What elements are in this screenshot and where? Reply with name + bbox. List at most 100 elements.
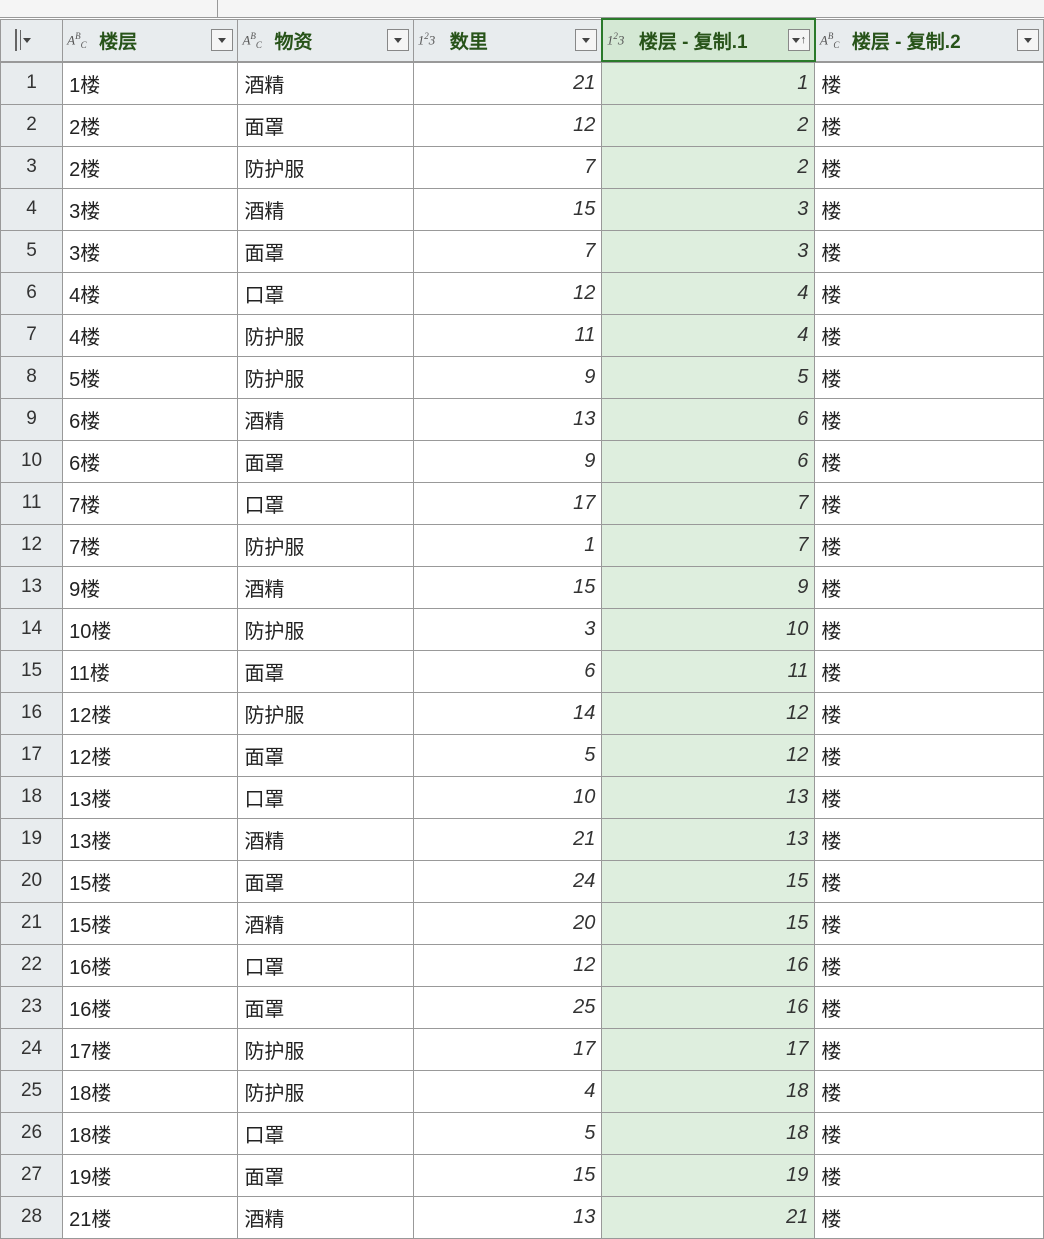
cell-楼层复制1[interactable]: 16 — [602, 944, 815, 986]
cell-物资[interactable]: 酒精 — [238, 818, 413, 860]
cell-数里[interactable]: 5 — [413, 1112, 602, 1154]
row-number[interactable]: 21 — [1, 902, 63, 944]
cell-楼层复制2[interactable]: 楼 — [815, 524, 1044, 566]
cell-数里[interactable]: 17 — [413, 482, 602, 524]
cell-物资[interactable]: 防护服 — [238, 1028, 413, 1070]
filter-dropdown-button[interactable] — [211, 29, 233, 51]
row-number[interactable]: 10 — [1, 440, 63, 482]
cell-楼层[interactable]: 6楼 — [63, 440, 238, 482]
cell-楼层复制1[interactable]: 13 — [602, 818, 815, 860]
cell-楼层[interactable]: 7楼 — [63, 482, 238, 524]
cell-数里[interactable]: 1 — [413, 524, 602, 566]
cell-数里[interactable]: 12 — [413, 944, 602, 986]
cell-楼层复制2[interactable]: 楼 — [815, 1070, 1044, 1112]
cell-数里[interactable]: 4 — [413, 1070, 602, 1112]
cell-楼层复制1[interactable]: 19 — [602, 1154, 815, 1196]
cell-楼层[interactable]: 21楼 — [63, 1196, 238, 1238]
cell-楼层复制2[interactable]: 楼 — [815, 62, 1044, 104]
cell-物资[interactable]: 面罩 — [238, 986, 413, 1028]
cell-楼层[interactable]: 3楼 — [63, 188, 238, 230]
cell-楼层[interactable]: 9楼 — [63, 566, 238, 608]
row-number[interactable]: 3 — [1, 146, 63, 188]
cell-楼层[interactable]: 4楼 — [63, 272, 238, 314]
cell-楼层[interactable]: 12楼 — [63, 734, 238, 776]
table-corner-menu[interactable] — [1, 19, 63, 61]
cell-物资[interactable]: 酒精 — [238, 188, 413, 230]
cell-楼层复制1[interactable]: 10 — [602, 608, 815, 650]
cell-楼层复制2[interactable]: 楼 — [815, 398, 1044, 440]
cell-楼层复制1[interactable]: 16 — [602, 986, 815, 1028]
column-header-数里[interactable]: 123 数里 — [413, 19, 602, 61]
row-number[interactable]: 1 — [1, 62, 63, 104]
cell-物资[interactable]: 面罩 — [238, 1154, 413, 1196]
cell-楼层[interactable]: 4楼 — [63, 314, 238, 356]
cell-楼层复制1[interactable]: 6 — [602, 440, 815, 482]
row-number[interactable]: 15 — [1, 650, 63, 692]
cell-数里[interactable]: 24 — [413, 860, 602, 902]
cell-数里[interactable]: 12 — [413, 104, 602, 146]
cell-物资[interactable]: 面罩 — [238, 440, 413, 482]
cell-楼层复制2[interactable]: 楼 — [815, 272, 1044, 314]
cell-物资[interactable]: 口罩 — [238, 944, 413, 986]
column-header-楼层复制2[interactable]: ABC 楼层 - 复制.2 — [815, 19, 1044, 61]
cell-数里[interactable]: 15 — [413, 566, 602, 608]
cell-数里[interactable]: 13 — [413, 398, 602, 440]
cell-数里[interactable]: 5 — [413, 734, 602, 776]
cell-楼层复制1[interactable]: 21 — [602, 1196, 815, 1238]
cell-楼层复制2[interactable]: 楼 — [815, 482, 1044, 524]
cell-数里[interactable]: 7 — [413, 146, 602, 188]
cell-物资[interactable]: 面罩 — [238, 860, 413, 902]
row-number[interactable]: 2 — [1, 104, 63, 146]
row-number[interactable]: 16 — [1, 692, 63, 734]
cell-楼层复制1[interactable]: 11 — [602, 650, 815, 692]
cell-数里[interactable]: 15 — [413, 188, 602, 230]
cell-楼层[interactable]: 10楼 — [63, 608, 238, 650]
row-number[interactable]: 17 — [1, 734, 63, 776]
cell-楼层复制1[interactable]: 9 — [602, 566, 815, 608]
cell-物资[interactable]: 防护服 — [238, 146, 413, 188]
cell-数里[interactable]: 14 — [413, 692, 602, 734]
cell-楼层[interactable]: 15楼 — [63, 860, 238, 902]
row-number[interactable]: 13 — [1, 566, 63, 608]
cell-物资[interactable]: 面罩 — [238, 230, 413, 272]
cell-楼层[interactable]: 19楼 — [63, 1154, 238, 1196]
column-header-楼层复制1[interactable]: 123 楼层 - 复制.1 ↑ — [602, 19, 815, 61]
row-number[interactable]: 25 — [1, 1070, 63, 1112]
row-number[interactable]: 7 — [1, 314, 63, 356]
cell-物资[interactable]: 防护服 — [238, 356, 413, 398]
cell-楼层复制1[interactable]: 13 — [602, 776, 815, 818]
cell-楼层[interactable]: 7楼 — [63, 524, 238, 566]
cell-楼层[interactable]: 2楼 — [63, 146, 238, 188]
cell-数里[interactable]: 25 — [413, 986, 602, 1028]
cell-楼层[interactable]: 5楼 — [63, 356, 238, 398]
cell-楼层[interactable]: 13楼 — [63, 818, 238, 860]
cell-楼层[interactable]: 3楼 — [63, 230, 238, 272]
cell-数里[interactable]: 13 — [413, 1196, 602, 1238]
cell-楼层[interactable]: 11楼 — [63, 650, 238, 692]
cell-物资[interactable]: 口罩 — [238, 482, 413, 524]
cell-数里[interactable]: 21 — [413, 62, 602, 104]
row-number[interactable]: 27 — [1, 1154, 63, 1196]
cell-楼层复制2[interactable]: 楼 — [815, 650, 1044, 692]
cell-楼层复制1[interactable]: 7 — [602, 524, 815, 566]
row-number[interactable]: 22 — [1, 944, 63, 986]
cell-楼层复制1[interactable]: 12 — [602, 692, 815, 734]
cell-楼层复制1[interactable]: 18 — [602, 1070, 815, 1112]
cell-物资[interactable]: 防护服 — [238, 692, 413, 734]
cell-楼层复制1[interactable]: 3 — [602, 188, 815, 230]
row-number[interactable]: 20 — [1, 860, 63, 902]
cell-楼层复制1[interactable]: 5 — [602, 356, 815, 398]
cell-楼层复制2[interactable]: 楼 — [815, 188, 1044, 230]
cell-楼层复制1[interactable]: 7 — [602, 482, 815, 524]
cell-楼层复制1[interactable]: 17 — [602, 1028, 815, 1070]
cell-楼层复制2[interactable]: 楼 — [815, 986, 1044, 1028]
cell-楼层[interactable]: 16楼 — [63, 944, 238, 986]
cell-楼层复制1[interactable]: 15 — [602, 860, 815, 902]
cell-物资[interactable]: 酒精 — [238, 62, 413, 104]
cell-楼层复制2[interactable]: 楼 — [815, 692, 1044, 734]
row-number[interactable]: 23 — [1, 986, 63, 1028]
filter-dropdown-button[interactable] — [1017, 29, 1039, 51]
cell-楼层复制2[interactable]: 楼 — [815, 146, 1044, 188]
cell-楼层复制2[interactable]: 楼 — [815, 1154, 1044, 1196]
cell-数里[interactable]: 7 — [413, 230, 602, 272]
